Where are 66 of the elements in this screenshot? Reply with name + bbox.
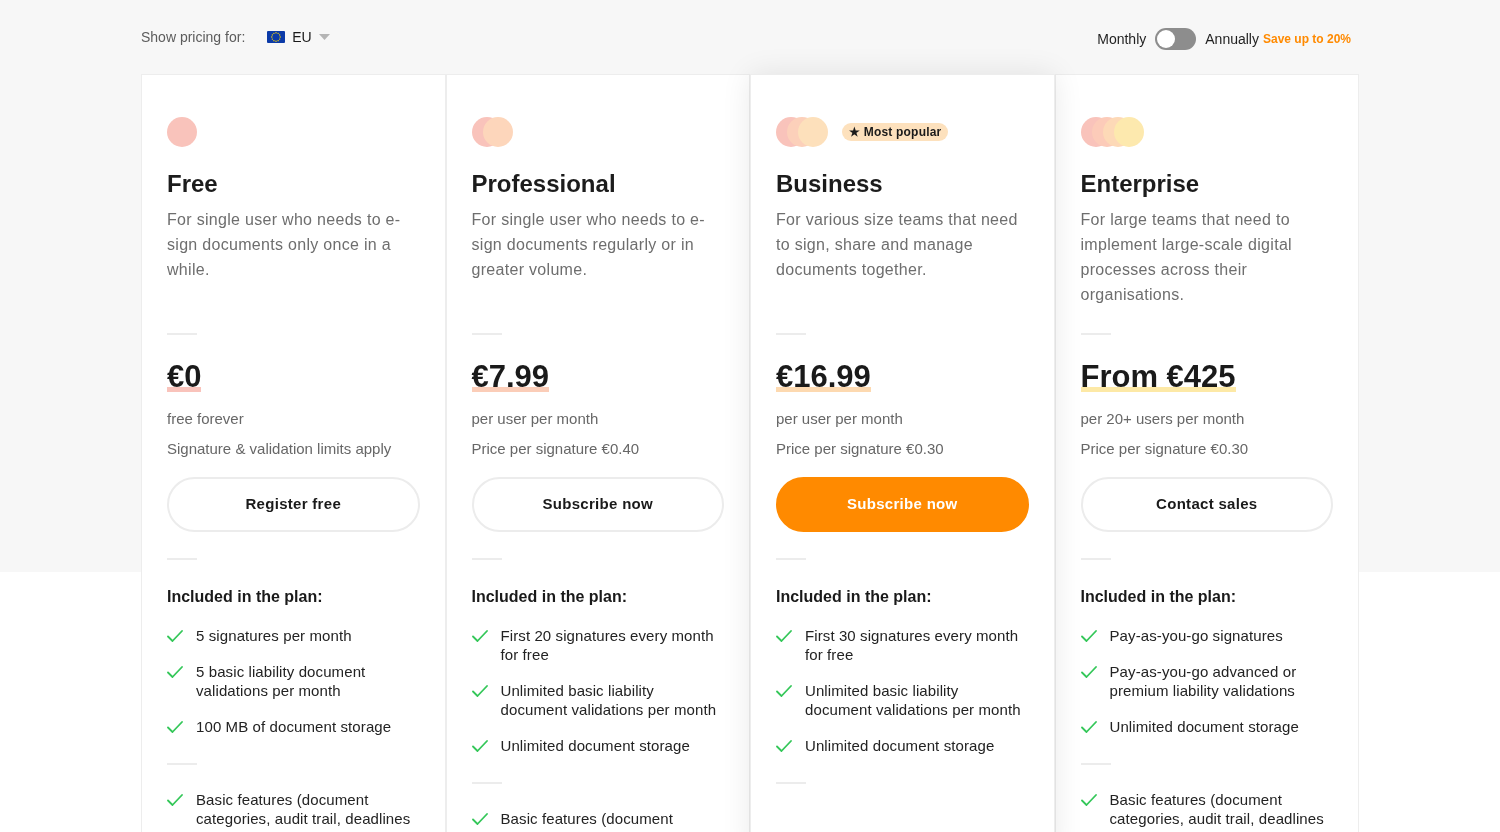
overlapping-circles-icon — [471, 117, 513, 147]
features-heading: Included in the plan: — [471, 587, 629, 607]
feature-text: Unlimited document storage — [805, 736, 995, 755]
signature-note: Price per signature €0.30 — [776, 439, 945, 459]
feature-text: First 30 signatures every month for free — [805, 626, 1020, 664]
flag-icon — [267, 31, 286, 43]
plan-description: For single user who needs to e-sign documents regularly or in greater volume. — [471, 210, 706, 280]
check-icon — [776, 740, 792, 752]
plan-name: Free — [167, 169, 219, 199]
check-icon — [471, 630, 488, 642]
feature-text: 100 MB of document storage — [196, 717, 392, 736]
region-dropdown[interactable]: EU — [267, 26, 330, 48]
check-icon — [1080, 721, 1097, 733]
feature-text: Basic features (document categories, audit trail, deadlines — [196, 790, 412, 828]
feature-text: Pay-as-you-go advanced or premium liability validations — [1109, 662, 1298, 700]
overlapping-circles-icon — [167, 117, 197, 147]
check-icon — [471, 685, 488, 697]
plan-name: Professional — [471, 169, 617, 199]
plan-name: Enterprise — [1080, 169, 1201, 199]
check-icon — [167, 666, 183, 678]
check-icon — [1080, 794, 1097, 806]
signature-note: Signature & validation limits apply — [167, 439, 393, 459]
plan-name: Business — [776, 169, 884, 199]
check-icon — [1080, 666, 1097, 678]
check-icon — [776, 685, 792, 697]
caret-icon — [318, 34, 330, 40]
feature-text: Pay-as-you-go signatures — [1109, 626, 1283, 645]
plan-description: For large teams that need to implement large-scale digital processes across their organisations. — [1080, 210, 1293, 305]
most-popular-badge: ★ Most popular — [842, 123, 949, 141]
feature-text: Basic features (document categories, audit trail, deadlines — [1109, 790, 1325, 828]
signature-note: Price per signature €0.30 — [1080, 439, 1250, 459]
billing-period: per 20+ users per month — [1080, 409, 1246, 429]
feature-text: Unlimited document storage — [500, 736, 690, 755]
feature-text: Unlimited basic liability document validations per month — [805, 681, 1022, 719]
plan-button[interactable]: Contact sales — [1080, 477, 1333, 532]
overlapping-circles-icon — [776, 117, 828, 147]
monthly-label: Monthly — [1097, 29, 1147, 49]
billing-toggle[interactable] — [1155, 28, 1197, 50]
feature-text: 5 basic liability document validations per month — [196, 662, 367, 700]
billing-period: per user per month — [776, 409, 904, 429]
feature-text: Unlimited basic liability document validations per month — [500, 681, 718, 719]
plan-button[interactable]: Register free — [167, 477, 420, 532]
feature-text: Unlimited document storage — [1109, 717, 1299, 736]
feature-text: First 20 signatures every month for free — [500, 626, 715, 664]
savings-note: Save up to 20% — [1262, 31, 1351, 48]
check-icon — [167, 721, 183, 733]
feature-text: Basic features (document — [500, 809, 673, 828]
check-icon — [471, 813, 488, 825]
check-icon — [167, 794, 183, 806]
features-heading: Included in the plan: — [167, 587, 324, 607]
pricing-region-label: Show pricing for: — [141, 27, 246, 47]
annually-label: Annually — [1205, 29, 1259, 49]
plan-description: For single user who needs to e-sign documents only once in a while. — [167, 210, 402, 280]
billing-period: free forever — [167, 409, 245, 429]
check-icon — [776, 630, 792, 642]
features-heading: Included in the plan: — [1080, 587, 1238, 607]
plan-button[interactable]: Subscribe now — [471, 477, 724, 532]
check-icon — [167, 630, 183, 642]
plan-description: For various size teams that need to sign, share and manage documents together. — [776, 210, 1019, 280]
features-heading: Included in the plan: — [776, 587, 933, 607]
check-icon — [471, 740, 488, 752]
feature-text: 5 signatures per month — [196, 626, 352, 645]
check-icon — [1080, 630, 1097, 642]
signature-note: Price per signature €0.40 — [471, 439, 641, 459]
billing-period: per user per month — [471, 409, 600, 429]
overlapping-circles-icon — [1080, 117, 1144, 147]
